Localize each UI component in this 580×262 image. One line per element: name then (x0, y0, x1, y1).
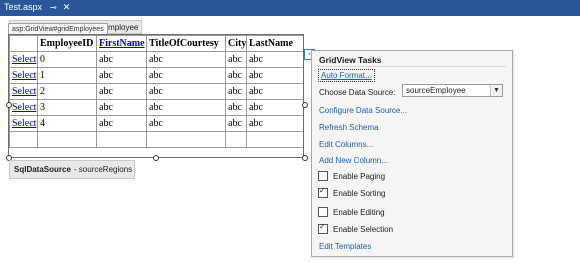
table-cell: 4 (37, 115, 97, 132)
table-cell (9, 131, 38, 148)
add-new-column-link[interactable]: Add New Column... (319, 156, 388, 165)
table-row: Select 2 abc abc abc abc (9, 83, 304, 100)
enable-sorting-checkbox[interactable] (318, 186, 328, 198)
resize-handle-right[interactable] (302, 102, 308, 108)
data-source-select[interactable]: sourceEmployee ▼ (402, 84, 503, 97)
configure-data-source-link[interactable]: Configure Data Source... (319, 106, 407, 115)
table-row: Select 3 abc abc abc abc (9, 99, 304, 116)
table-cell: abc (225, 83, 247, 100)
document-tab-strip: Test.aspx ⊸ ✕ (0, 0, 580, 14)
resize-handle-bottom[interactable] (153, 155, 159, 161)
column-header-titleofcourtesy: TitleOfCourtesy (146, 35, 226, 52)
chevron-down-icon[interactable]: ▼ (490, 85, 502, 96)
table-cell: abc (225, 67, 247, 84)
enable-selection-checkbox[interactable] (318, 222, 328, 234)
tab-title: Test.aspx (4, 2, 43, 12)
divider (318, 66, 506, 67)
table-cell (225, 131, 247, 148)
grid-header-row: EmployeeID FirstName TitleOfCourtesy Cit… (9, 35, 304, 52)
table-row: Select 0 abc abc abc abc (9, 51, 304, 68)
document-tab[interactable]: Test.aspx ⊸ ✕ (0, 0, 84, 14)
table-cell: abc (146, 67, 226, 84)
table-cell: abc (96, 99, 147, 116)
table-cell: abc (225, 115, 247, 132)
table-cell (96, 131, 147, 148)
table-cell: 1 (37, 67, 97, 84)
column-header-employeeid: EmployeeID (37, 35, 97, 52)
table-cell: abc (246, 83, 304, 100)
table-cell: abc (96, 51, 147, 68)
table-cell: abc (246, 51, 304, 68)
enable-paging-option[interactable]: Enable Paging (318, 171, 385, 181)
enable-sorting-option[interactable]: Enable Sorting (318, 186, 386, 198)
table-cell: 0 (37, 51, 97, 68)
table-cell: abc (146, 99, 226, 116)
table-cell: abc (96, 67, 147, 84)
table-cell: abc (225, 51, 247, 68)
edit-columns-link[interactable]: Edit Columns... (319, 140, 373, 149)
checkbox-label: Enable Selection (333, 224, 394, 234)
table-row: Select 4 abc abc abc abc (9, 115, 304, 132)
table-cell: abc (225, 99, 247, 116)
table-cell: abc (246, 99, 304, 116)
table-cell: abc (146, 51, 226, 68)
refresh-schema-link[interactable]: Refresh Schema (319, 123, 379, 132)
select-link[interactable]: Select (9, 99, 38, 116)
enable-selection-option[interactable]: Enable Selection (318, 222, 394, 234)
table-cell: abc (96, 83, 147, 100)
column-header-firstname[interactable]: FirstName (96, 35, 147, 52)
edit-templates-link[interactable]: Edit Templates (319, 242, 371, 251)
table-cell: 3 (37, 99, 97, 116)
datasource-kind: SqlDataSource (14, 165, 71, 174)
pin-icon[interactable]: ⊸ (50, 3, 57, 12)
datasource-name: - sourceRegions (73, 165, 133, 174)
table-cell: abc (146, 83, 226, 100)
tasks-title: GridView Tasks (319, 55, 382, 65)
enable-paging-checkbox[interactable] (318, 171, 328, 181)
employees-gridview[interactable]: EmployeeID FirstName TitleOfCourtesy Cit… (9, 35, 304, 148)
column-header (9, 35, 38, 52)
table-cell (246, 131, 304, 148)
select-link[interactable]: Select (9, 67, 38, 84)
table-row: Select 1 abc abc abc abc (9, 67, 304, 84)
table-cell: abc (96, 115, 147, 132)
table-cell (37, 131, 97, 148)
select-link[interactable]: Select (9, 51, 38, 68)
enable-editing-checkbox[interactable] (318, 207, 328, 217)
select-link[interactable]: Select (9, 83, 38, 100)
checkbox-label: Enable Paging (333, 171, 386, 181)
column-header-city: City (225, 35, 247, 52)
table-cell (146, 131, 226, 148)
checkbox-label: Enable Editing (333, 207, 385, 217)
table-cell: 2 (37, 83, 97, 100)
table-cell: abc (146, 115, 226, 132)
resize-handle-bottom-right[interactable] (302, 155, 308, 161)
data-source-value: sourceEmployee (406, 86, 466, 95)
select-link[interactable]: Select (9, 115, 38, 132)
column-header-lastname: LastName (246, 35, 304, 52)
table-cell: abc (246, 67, 304, 84)
enable-editing-option[interactable]: Enable Editing (318, 207, 385, 217)
resize-handle-left[interactable] (6, 102, 12, 108)
table-row-empty (9, 131, 304, 148)
table-cell: abc (246, 115, 304, 132)
sqldatasource-regions[interactable]: SqlDataSource - sourceRegions (9, 160, 135, 179)
gridview-tasks-panel: GridView Tasks Auto Format... Choose Dat… (311, 50, 513, 257)
auto-format-link[interactable]: Auto Format... (318, 69, 375, 82)
choose-data-source-label: Choose Data Source: (319, 88, 396, 97)
close-icon[interactable]: ✕ (63, 2, 71, 13)
checkbox-label: Enable Sorting (333, 188, 386, 198)
